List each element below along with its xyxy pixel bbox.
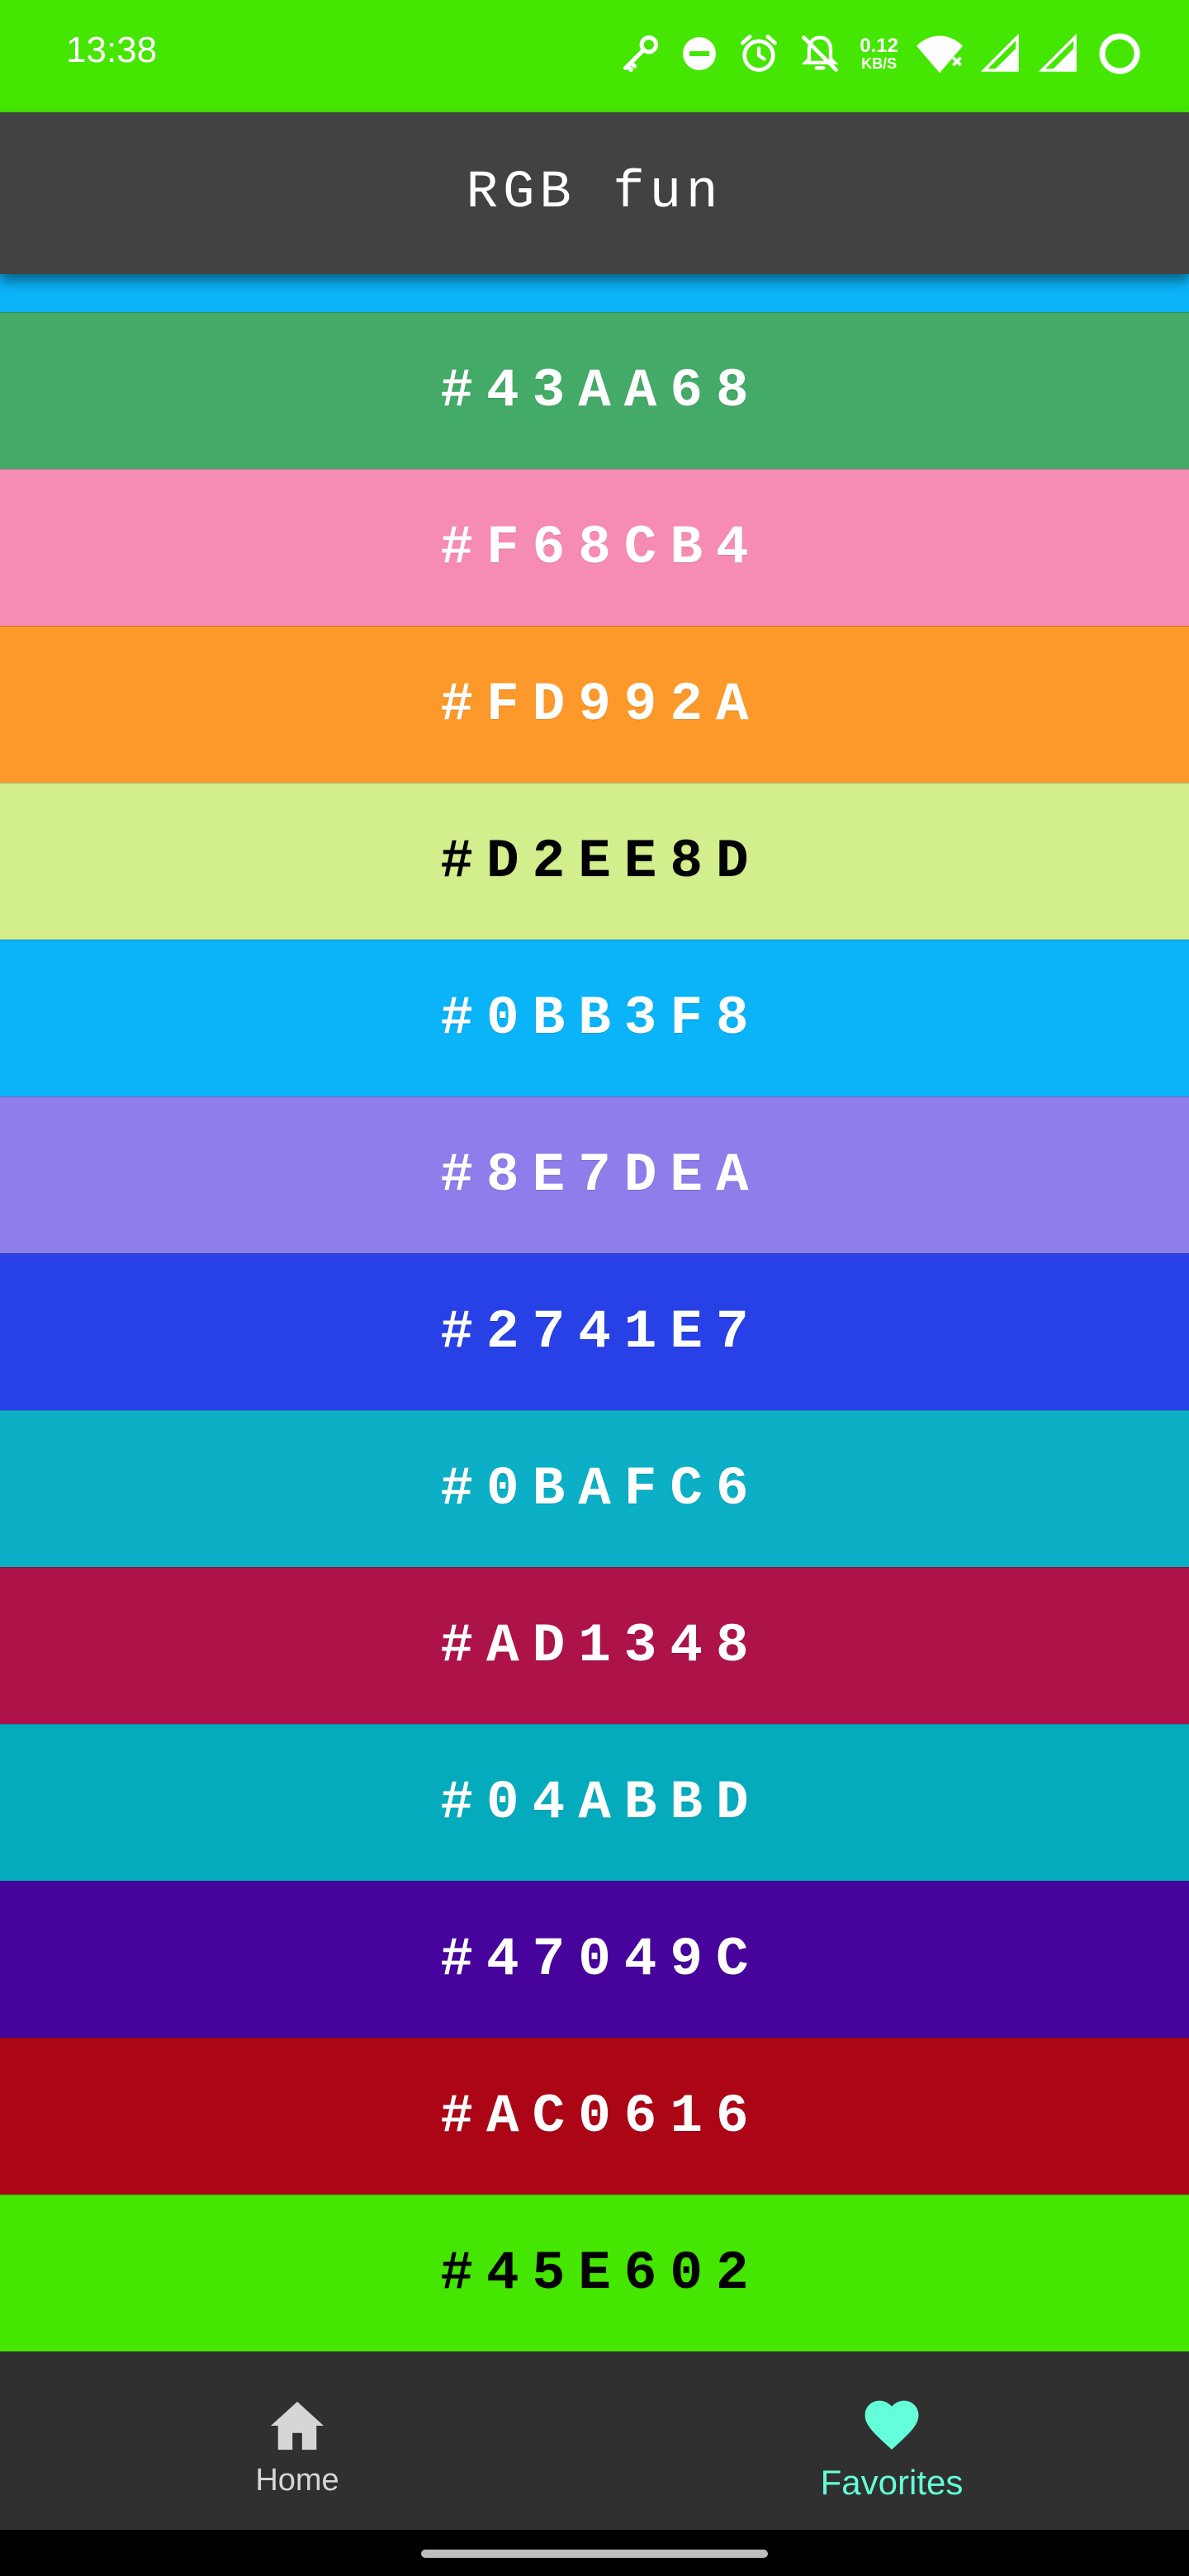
- home-icon: [268, 2399, 327, 2456]
- net-speed-value: 0.12: [860, 35, 898, 57]
- color-row[interactable]: #47049C: [0, 1881, 1189, 2038]
- nav-item-favorites[interactable]: Favorites: [594, 2368, 1189, 2530]
- color-hex-label: #FD992A: [440, 674, 762, 736]
- color-hex-label: #0BAFC6: [440, 1458, 762, 1520]
- signal-icon-2: [1039, 34, 1078, 73]
- color-row[interactable]: #AC0616: [0, 2038, 1189, 2195]
- bell-off-icon: [798, 32, 841, 75]
- status-bar: 13:38 0.12 KB/S: [0, 0, 1189, 112]
- app-screen: 13:38 0.12 KB/S RGB fun #43AA68 #F68CB4 …: [0, 0, 1189, 2576]
- nav-label-home: Home: [255, 2463, 339, 2498]
- color-hex-label: #47049C: [440, 1929, 762, 1991]
- dnd-icon: [680, 34, 719, 73]
- net-speed: 0.12 KB/S: [860, 35, 898, 72]
- color-row[interactable]: #2741E7: [0, 1253, 1189, 1410]
- color-row-partial[interactable]: [0, 274, 1189, 312]
- signal-icon: [981, 34, 1021, 73]
- color-hex-label: #2741E7: [440, 1301, 762, 1363]
- color-row[interactable]: #0BB3F8: [0, 940, 1189, 1096]
- color-row[interactable]: #04ABBD: [0, 1724, 1189, 1881]
- status-time: 13:38: [66, 30, 158, 70]
- color-hex-label: #0BB3F8: [440, 987, 762, 1049]
- net-speed-unit: KB/S: [861, 55, 898, 72]
- color-row[interactable]: #43AA68: [0, 312, 1189, 469]
- color-hex-label: #AD1348: [440, 1615, 762, 1677]
- color-row[interactable]: #D2EE8D: [0, 783, 1189, 940]
- gesture-bar: [0, 2530, 1189, 2576]
- battery-ring-icon: [1097, 31, 1143, 77]
- color-hex-label: #D2EE8D: [440, 831, 762, 893]
- color-row[interactable]: #AD1348: [0, 1567, 1189, 1724]
- bottom-nav: Home Favorites: [0, 2368, 1189, 2530]
- color-hex-label: #04ABBD: [440, 1772, 762, 1834]
- wifi-icon: [917, 33, 963, 74]
- color-row[interactable]: #45E602: [0, 2195, 1189, 2351]
- color-row[interactable]: #0BAFC6: [0, 1410, 1189, 1567]
- key-icon: [618, 32, 661, 75]
- color-row[interactable]: #FD992A: [0, 626, 1189, 783]
- color-list[interactable]: #43AA68 #F68CB4 #FD992A #D2EE8D #0BB3F8 #8E7D…: [0, 274, 1189, 2368]
- color-hex-label: #45E602: [440, 2242, 762, 2304]
- nav-label-favorites: Favorites: [820, 2462, 964, 2502]
- gesture-handle[interactable]: [421, 2550, 768, 2558]
- app-title: RGB fun: [466, 163, 723, 223]
- color-row[interactable]: #8E7DEA: [0, 1096, 1189, 1253]
- color-hex-label: #AC0616: [440, 2086, 762, 2147]
- heart-icon: [860, 2396, 923, 2456]
- status-icons: 0.12 KB/S: [618, 25, 1143, 83]
- color-hex-label: #43AA68: [440, 360, 762, 422]
- app-bar: RGB fun: [0, 112, 1189, 274]
- nav-item-home[interactable]: Home: [0, 2368, 594, 2530]
- color-hex-label: #8E7DEA: [440, 1144, 762, 1206]
- color-row[interactable]: #F68CB4: [0, 469, 1189, 626]
- color-hex-label: #F68CB4: [440, 517, 762, 579]
- alarm-icon: [737, 32, 780, 75]
